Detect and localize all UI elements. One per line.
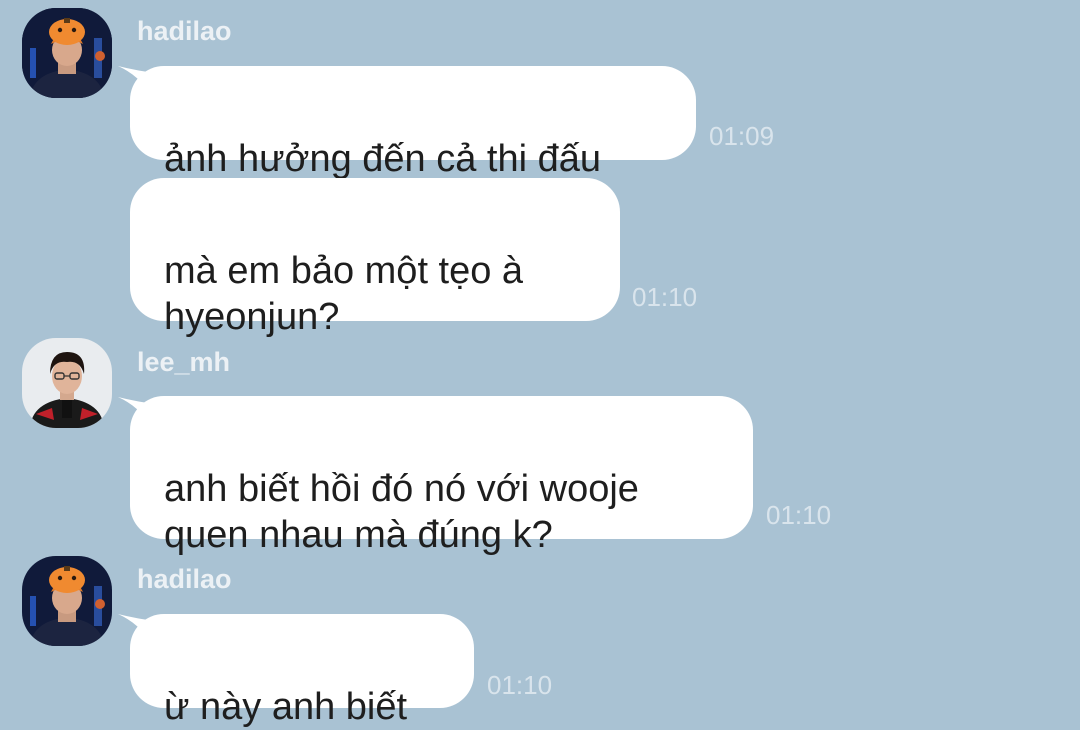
message-timestamp: 01:10 — [632, 282, 698, 312]
message-timestamp: 01:09 — [709, 121, 775, 151]
hadilao-avatar-icon — [22, 556, 112, 646]
sender-name: hadilao — [137, 564, 232, 594]
message-text: anh biết hồi đó nó với wooje quen nhau m… — [164, 468, 639, 556]
message-timestamp: 01:10 — [487, 670, 553, 700]
message-bubble[interactable]: anh biết hồi đó nó với wooje quen nhau m… — [130, 396, 753, 556]
message-bubble[interactable]: ảnh hưởng đến cả thi đấu — [130, 66, 696, 180]
avatar-hadilao[interactable] — [22, 556, 112, 646]
avatar-hadilao[interactable] — [22, 8, 112, 98]
message-bubble[interactable]: mà em bảo một tẹo à hyeonjun? — [130, 178, 620, 338]
message-timestamp: 01:10 — [766, 500, 832, 530]
message-text: ảnh hưởng đến cả thi đấu — [164, 138, 602, 180]
message-text: ừ này anh biết — [164, 686, 408, 728]
message-bubble[interactable]: ừ này anh biết — [130, 614, 474, 728]
lee_mh-avatar-icon — [22, 338, 112, 428]
chat-area: hadilao ảnh hưởng đến cả thi đấu 01:09 m… — [0, 0, 1080, 728]
hadilao-avatar-icon — [22, 8, 112, 98]
sender-name: lee_mh — [137, 347, 231, 377]
message-text: mà em bảo một tẹo à hyeonjun? — [164, 250, 524, 338]
sender-name: hadilao — [137, 16, 232, 46]
avatar-lee_mh[interactable] — [22, 338, 112, 428]
